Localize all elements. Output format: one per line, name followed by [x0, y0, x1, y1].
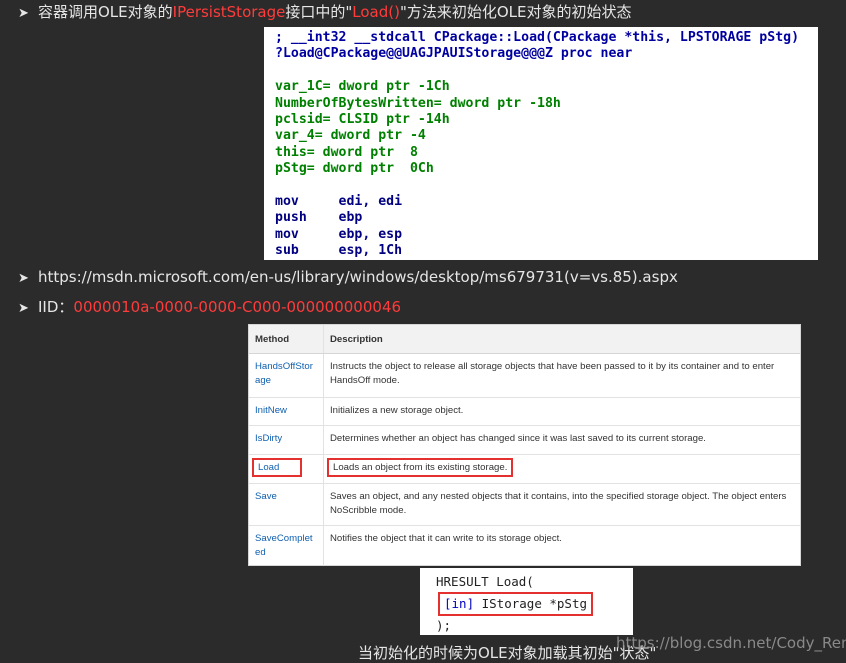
param-direction: [in] — [444, 596, 475, 611]
table-row: Save Saves an object, and any nested obj… — [249, 483, 800, 526]
code-line: var_4= dword ptr -4 — [275, 128, 426, 144]
interface-name: IPersistStorage — [172, 3, 286, 21]
method-text: HandsOffStor — [255, 361, 313, 372]
method-description: Saves an object, and any nested objects … — [323, 483, 800, 526]
iid-value: 0000010a-0000-0000-C000-000000000046 — [73, 298, 402, 316]
method-description: Loads an object from its existing storag… — [323, 454, 800, 484]
table-row: SaveComplet ed Notifies the object that i… — [249, 525, 800, 566]
bullet-text: 容器调用OLE对象的 — [38, 3, 173, 21]
msdn-methods-table: Method Description HandsOffStor age Instr… — [248, 324, 801, 566]
code-line: pclsid= CLSID ptr -14h — [275, 111, 450, 127]
load-description-highlight: Loads an object from its existing storag… — [326, 458, 514, 477]
method-description: Initializes a new storage object. — [323, 397, 800, 426]
method-name: Load() — [352, 3, 400, 21]
method-link-save[interactable]: Save — [249, 483, 324, 526]
table-header-row: Method Description — [249, 325, 800, 354]
code-line: mov ebp, esp — [275, 226, 403, 242]
method-link-savecompleted[interactable]: SaveComplet ed — [249, 525, 324, 566]
bullet-text: 接口中的" — [285, 3, 353, 21]
method-text: ed — [255, 547, 266, 558]
bullet-text: "方法来初始化OLE对象的初始状态 — [399, 3, 632, 21]
load-signature-panel: HRESULT Load( [in] IStorage *pStg ); — [420, 568, 633, 635]
method-link-initnew[interactable]: InitNew — [249, 397, 324, 426]
bullet-load-intro: ➤ 容器调用OLE对象的IPersistStorage接口中的"Load()"方法… — [18, 2, 632, 24]
table-row: InitNew Initializes a new storage object… — [249, 397, 800, 426]
code-line: ?Load@CPackage@@UAGJPAUIStorage@@@Z proc… — [275, 46, 633, 62]
bullet-msdn-link: ➤ https://msdn.microsoft.com/en-us/librar… — [18, 267, 678, 289]
load-highlight-box: Load — [251, 458, 303, 477]
method-link-handsoffstorage[interactable]: HandsOffStor age — [249, 353, 324, 398]
arrow-bullet-icon: ➤ — [18, 271, 29, 286]
method-text: age — [255, 375, 272, 386]
code-line: this= dword ptr 8 — [275, 144, 418, 160]
arrow-bullet-icon: ➤ — [18, 6, 29, 21]
table-row: HandsOffStor age Instructs the object to … — [249, 353, 800, 398]
bullet-iid: ➤ IID：0000010a-0000-0000-C000-00000000004… — [18, 297, 401, 319]
arrow-bullet-icon: ➤ — [18, 301, 29, 316]
column-header-description: Description — [323, 325, 800, 354]
method-text: SaveComplet — [255, 533, 313, 544]
method-description: Instructs the object to release all stor… — [323, 353, 800, 398]
watermark: https://blog.csdn.net/Cody_Ren — [616, 634, 846, 652]
signature-param-line: [in] IStorage *pStg — [436, 592, 633, 616]
method-link-isdirty[interactable]: IsDirty — [249, 425, 324, 455]
code-line: ; __int32 __stdcall CPackage::Load(CPack… — [275, 30, 800, 45]
caption-text: 当初始化的时候为OLE对象加载其初始"状态" — [358, 644, 657, 662]
table-row: IsDirty Determines whether an object has… — [249, 425, 800, 455]
method-description: Notifies the object that it can write to… — [330, 533, 562, 544]
code-line: NumberOfBytesWritten= dword ptr -18h — [275, 95, 561, 111]
iid-label: IID： — [38, 298, 74, 316]
param-decl: IStorage *pStg — [474, 596, 587, 611]
method-link-load[interactable]: Load — [249, 454, 324, 484]
code-line: push ebp — [275, 210, 363, 226]
code-line: var_1C= dword ptr -1Ch — [275, 79, 450, 95]
table-row: Load Loads an object from its existing s… — [249, 454, 800, 484]
column-header-method: Method — [249, 325, 324, 354]
ida-disassembly-panel: ; __int32 __stdcall CPackage::Load(CPack… — [264, 27, 818, 260]
method-description: Determines whether an object has changed… — [323, 425, 800, 455]
signature-line: ); — [436, 618, 452, 633]
code-line: sub esp, 1Ch — [275, 243, 403, 259]
msdn-url-link[interactable]: https://msdn.microsoft.com/en-us/library… — [38, 268, 678, 286]
param-highlight-box: [in] IStorage *pStg — [438, 592, 593, 616]
code-line: mov edi, edi — [275, 193, 403, 209]
signature-line: HRESULT Load( — [436, 574, 534, 589]
code-line: pStg= dword ptr 0Ch — [275, 161, 434, 177]
